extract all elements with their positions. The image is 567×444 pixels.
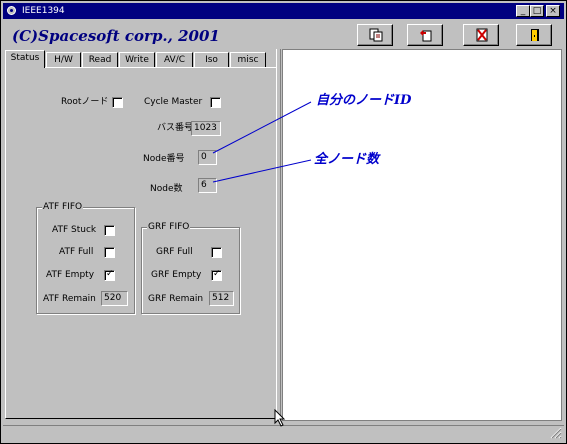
- node-id-annotation: 自分のノードID: [316, 93, 412, 108]
- tab-status[interactable]: Status: [5, 50, 45, 68]
- mouse-cursor-icon: [274, 409, 286, 427]
- annotation-lines: [212, 101, 312, 183]
- node-count-annotation: 全ノード数: [314, 152, 380, 167]
- node-count-pointer-line: [212, 159, 312, 183]
- node-id-pointer-line: [212, 101, 312, 154]
